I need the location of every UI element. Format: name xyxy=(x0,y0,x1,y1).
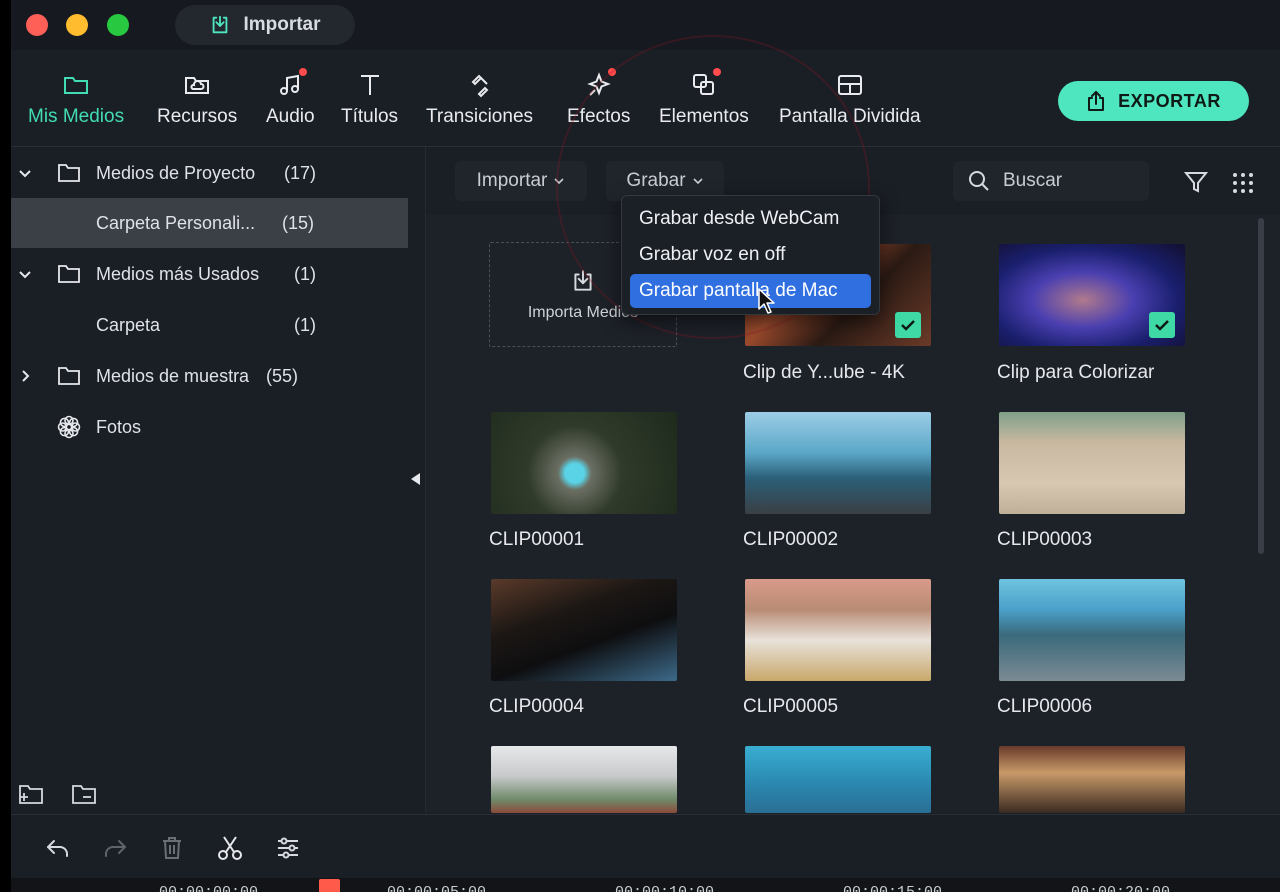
adjust-icon[interactable] xyxy=(273,833,303,863)
tab-pantalla-dividida[interactable]: Pantalla Dividida xyxy=(779,70,921,128)
check-badge-icon xyxy=(1149,312,1175,338)
search-field[interactable]: Buscar xyxy=(953,161,1149,201)
record-menu: Grabar desde WebCam Grabar voz en off Gr… xyxy=(621,195,880,315)
sidebar-item-carpeta-personalizada[interactable]: Carpeta Personali... (15) xyxy=(11,198,408,248)
folder-icon xyxy=(58,265,80,283)
media-sidebar: Medios de Proyecto (17) Carpeta Personal… xyxy=(11,147,408,813)
chevron-down-icon[interactable] xyxy=(17,165,33,181)
tab-audio[interactable]: Audio xyxy=(266,68,315,128)
clip-thumbnail[interactable] xyxy=(745,579,931,681)
export-button[interactable]: EXPORTAR xyxy=(1058,81,1249,121)
edit-toolbar xyxy=(11,814,1280,881)
app-window: Importar Mis Medios Recursos Audio Títul… xyxy=(11,0,1280,892)
chevron-right-icon[interactable] xyxy=(17,368,33,384)
folder-icon xyxy=(58,164,80,182)
tab-transiciones[interactable]: Transiciones xyxy=(426,70,533,128)
check-badge-icon xyxy=(895,312,921,338)
music-note-icon xyxy=(275,68,308,100)
sidebar-item-medios-de-proyecto[interactable]: Medios de Proyecto (17) xyxy=(11,148,408,198)
tab-recursos[interactable]: Recursos xyxy=(157,70,237,128)
cloud-folder-icon xyxy=(182,70,212,100)
clip-thumbnail[interactable] xyxy=(999,579,1185,681)
grid-view-icon[interactable] xyxy=(1231,171,1255,195)
undo-icon[interactable] xyxy=(43,833,73,863)
menu-item-record-mac-screen[interactable]: Grabar pantalla de Mac xyxy=(630,274,871,308)
search-placeholder: Buscar xyxy=(1003,170,1063,191)
menu-item-record-webcam[interactable]: Grabar desde WebCam xyxy=(630,202,871,236)
sidebar-item-medios-de-muestra[interactable]: Medios de muestra (55) xyxy=(11,351,408,401)
clip-name: CLIP00001 xyxy=(489,529,585,550)
tab-efectos[interactable]: Efectos xyxy=(567,68,630,128)
remove-folder-icon[interactable] xyxy=(71,781,97,807)
minimize-window-button[interactable] xyxy=(66,14,88,36)
sidebar-item-carpeta[interactable]: Carpeta (1) xyxy=(11,300,408,350)
sparkle-icon xyxy=(584,68,616,100)
tab-elementos[interactable]: Elementos xyxy=(659,68,749,128)
close-window-button[interactable] xyxy=(26,14,48,36)
playhead-marker[interactable] xyxy=(319,879,340,892)
clip-name: CLIP00002 xyxy=(743,529,839,550)
clip-name: CLIP00003 xyxy=(997,529,1093,550)
media-scrollbar[interactable] xyxy=(1258,218,1264,554)
redo-icon[interactable] xyxy=(100,833,130,863)
delete-icon[interactable] xyxy=(157,833,187,863)
elements-icon xyxy=(689,68,721,100)
sidebar-item-medios-mas-usados[interactable]: Medios más Usados (1) xyxy=(11,249,408,299)
main-toolbar: Mis Medios Recursos Audio Títulos Transi… xyxy=(11,50,1280,147)
notification-dot xyxy=(607,68,616,76)
import-button[interactable]: Importar xyxy=(175,5,355,45)
timeline-ruler[interactable]: 00:00:00:00 00:00:05:00 00:00:10:00 00:0… xyxy=(11,878,1280,892)
clip-thumbnail[interactable] xyxy=(745,746,931,813)
export-icon xyxy=(1088,91,1105,111)
tab-titulos[interactable]: Títulos xyxy=(341,70,398,128)
import-icon xyxy=(574,269,592,291)
title-bar: Importar xyxy=(11,0,1280,50)
collapse-sidebar-arrow-icon[interactable] xyxy=(411,473,420,485)
chevron-down-icon[interactable] xyxy=(17,266,33,282)
folder-icon xyxy=(61,70,91,100)
zoom-window-button[interactable] xyxy=(107,14,129,36)
notification-dot xyxy=(299,68,308,76)
filter-icon[interactable] xyxy=(1183,169,1209,195)
notification-dot xyxy=(712,68,721,76)
sidebar-item-fotos[interactable]: Fotos xyxy=(11,402,408,452)
new-folder-icon[interactable] xyxy=(18,781,44,807)
clip-name: CLIP00006 xyxy=(997,696,1093,717)
scissors-icon[interactable] xyxy=(215,833,245,863)
transition-icon xyxy=(465,70,495,100)
folder-icon xyxy=(58,367,80,385)
photos-icon xyxy=(57,415,81,439)
clip-thumbnail[interactable] xyxy=(491,746,677,813)
mouse-cursor-icon xyxy=(758,288,775,314)
clip-name: CLIP00004 xyxy=(489,696,585,717)
clip-thumbnail[interactable] xyxy=(491,579,677,681)
clip-thumbnail[interactable] xyxy=(745,412,931,514)
clip-name: CLIP00005 xyxy=(743,696,839,717)
import-icon xyxy=(213,15,228,34)
search-icon xyxy=(969,171,989,191)
clip-name: Clip de Y...ube - 4K xyxy=(743,362,905,383)
split-screen-icon xyxy=(835,70,865,100)
tab-mis-medios[interactable]: Mis Medios xyxy=(28,70,124,128)
clip-thumbnail[interactable] xyxy=(491,412,677,514)
chevron-down-icon xyxy=(692,178,703,185)
import-label: Importar xyxy=(243,14,321,35)
chevron-down-icon xyxy=(554,178,564,185)
clip-name: Clip para Colorizar xyxy=(997,362,1155,383)
menu-item-record-voiceover[interactable]: Grabar voz en off xyxy=(630,238,871,272)
clip-thumbnail[interactable] xyxy=(999,746,1185,813)
import-dropdown[interactable]: Importar xyxy=(455,161,587,201)
text-t-icon xyxy=(355,70,385,100)
clip-thumbnail[interactable] xyxy=(999,412,1185,514)
